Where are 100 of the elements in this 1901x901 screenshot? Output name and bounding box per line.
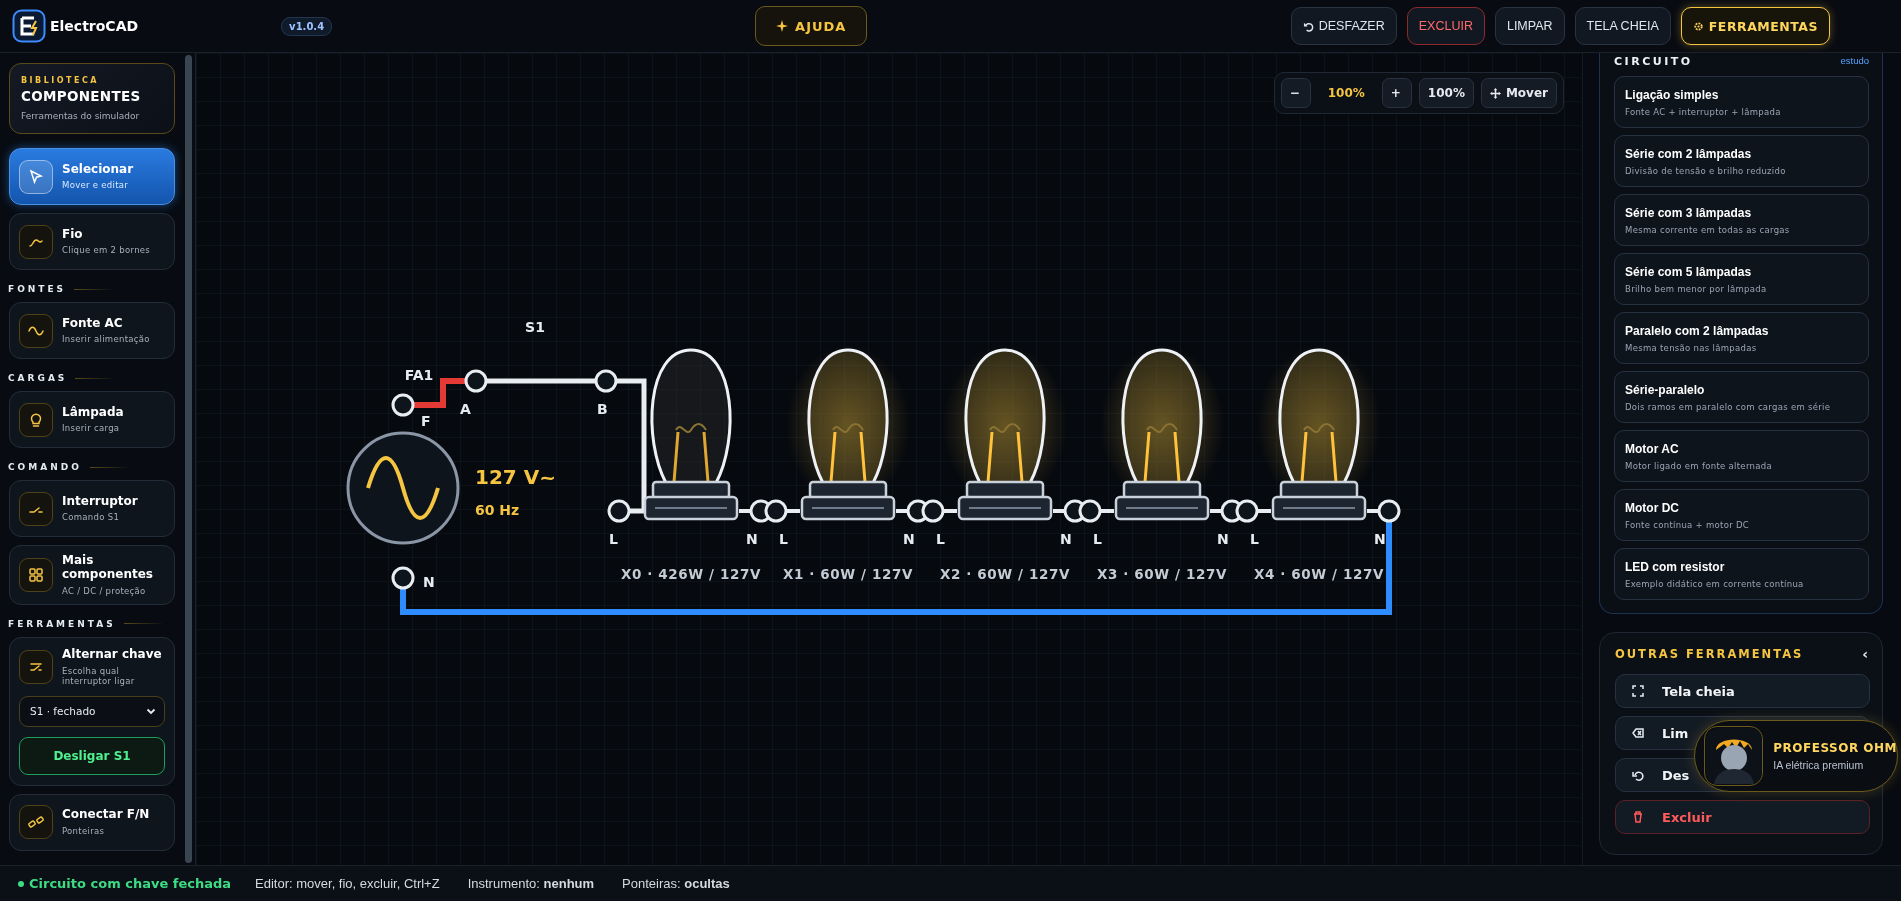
zoom-reset-button[interactable]: 100% xyxy=(1418,78,1474,108)
circuit-description: Brilho bem menor por lâmpada xyxy=(1625,283,1768,294)
circuit-description: Fonte AC + interruptor + lâmpada xyxy=(1625,106,1782,117)
chevron-down-icon xyxy=(146,706,156,717)
zoom-out-button[interactable]: − xyxy=(1280,78,1311,108)
status-text: Instrumento: nenhum xyxy=(467,876,595,891)
circuit-example[interactable]: Paralelo com 2 lâmpadas Mesma tensão nas lâmpadas xyxy=(1614,312,1869,364)
circuit-example[interactable]: Série com 2 lâmpadas Divisão de tensão e brilho reduzido xyxy=(1614,135,1869,187)
tool-item[interactable]: Conectar F/N Ponteiras xyxy=(9,793,175,851)
section-heading: COMANDO xyxy=(8,462,82,472)
toggle-switch-button[interactable]: Desligar S1 xyxy=(19,736,165,775)
tool-subtitle: Clique em 2 bornes xyxy=(62,245,151,256)
collapse-button[interactable]: ‹ xyxy=(1860,646,1870,662)
toggle-icon xyxy=(19,649,53,684)
tool-item[interactable]: Fio Clique em 2 bornes xyxy=(9,213,175,270)
lamp-label: X4 · 60W / 127V xyxy=(1254,566,1384,582)
terminal-label: L xyxy=(1250,531,1259,547)
terminal[interactable] xyxy=(391,393,415,417)
circuit-example[interactable]: Série com 3 lâmpadas Mesma corrente em todas as cargas xyxy=(1614,194,1869,246)
terminal-label: L xyxy=(779,531,788,547)
section-heading: FONTES xyxy=(8,284,67,294)
terminal[interactable] xyxy=(921,499,945,523)
cursor-icon xyxy=(19,159,53,194)
tool-button[interactable]: Excluir xyxy=(1615,800,1870,834)
ac-source-symbol[interactable] xyxy=(346,431,460,545)
tool-button[interactable]: Tela cheia xyxy=(1615,674,1870,708)
tool-item[interactable]: Mais componentes AC / DC / proteção xyxy=(9,545,175,605)
logo-icon xyxy=(12,9,46,43)
circuit-description: Mesma tensão nas lâmpadas xyxy=(1625,342,1758,353)
terminal[interactable] xyxy=(1078,499,1102,523)
tool-subtitle: Ponteiras xyxy=(62,826,106,837)
lamp-label: X1 · 60W / 127V xyxy=(783,566,913,582)
terminal-label: N xyxy=(1217,531,1229,547)
tool-item[interactable]: Selecionar Mover e editar xyxy=(9,148,175,205)
terminal-label: N xyxy=(746,531,758,547)
status-text: Editor: mover, fio, excluir, Ctrl+Z xyxy=(255,876,440,891)
undo-icon xyxy=(1632,769,1644,781)
bulb-icon xyxy=(19,402,53,437)
terminal-label: B xyxy=(597,401,608,417)
circuit-title: Série com 5 lâmpadas xyxy=(1625,264,1753,279)
circuit-example[interactable]: Motor DC Fonte contínua + motor DC xyxy=(1614,489,1869,541)
circuit-status: Circuito com chave fechada xyxy=(29,876,232,891)
tool-title: Fonte AC xyxy=(62,316,124,331)
circuit-example[interactable]: Série-paralelo Dois ramos em paralelo com cargas em série xyxy=(1614,371,1869,423)
toolbar-button[interactable]: LIMPAR xyxy=(1494,7,1565,45)
switch-drawing[interactable] xyxy=(464,369,618,393)
circuit-example[interactable]: LED com resistor Exemplo didático em corrente contínua xyxy=(1614,548,1869,600)
delete-button[interactable]: EXCLUIR xyxy=(1406,7,1485,45)
terminal[interactable] xyxy=(391,566,415,590)
light-bulb[interactable] xyxy=(800,348,896,521)
terminal-label: N xyxy=(903,531,915,547)
tool-title: Lâmpada xyxy=(62,405,124,420)
move-icon xyxy=(1489,87,1501,99)
light-bulb[interactable] xyxy=(1114,348,1210,521)
circuit-title: Série com 2 lâmpadas xyxy=(1625,146,1753,161)
terminal-label: L xyxy=(1093,531,1102,547)
circuit-example[interactable]: Ligação simples Fonte AC + interruptor + lâmpada xyxy=(1614,76,1869,128)
tools-button[interactable]: FERRAMENTAS xyxy=(1680,7,1830,45)
section-heading: FERRAMENTAS xyxy=(8,618,116,629)
scrollbar[interactable] xyxy=(185,55,192,863)
panel-title: OUTRAS FERRAMENTAS xyxy=(1615,647,1804,661)
library-eyebrow: BIBLIOTECA xyxy=(21,76,101,85)
avatar xyxy=(1704,726,1764,786)
light-bulb[interactable] xyxy=(1271,348,1367,521)
tool-subtitle: Comando S1 xyxy=(62,512,121,523)
version-badge: v1.0.4 xyxy=(281,16,333,36)
circuit-description: Motor ligado em fonte alternada xyxy=(1625,460,1773,471)
undo-button[interactable]: DESFAZER xyxy=(1290,7,1397,45)
lamp-label: X2 · 60W / 127V xyxy=(940,566,1070,582)
circuit-title: Motor AC xyxy=(1625,441,1680,456)
circuit-title: Paralelo com 2 lâmpadas xyxy=(1625,323,1770,338)
terminal[interactable] xyxy=(607,499,631,523)
circuit-title: Série com 3 lâmpadas xyxy=(1625,205,1753,220)
terminal[interactable] xyxy=(764,499,788,523)
terminal[interactable] xyxy=(1235,499,1259,523)
circuit-description: Divisão de tensão e brilho reduzido xyxy=(1625,165,1787,176)
tool-subtitle: Escolha qual interruptor ligar xyxy=(62,665,136,686)
zoom-in-button[interactable]: + xyxy=(1381,78,1412,108)
assistant-toast[interactable]: PROFESSOR OHM IA elétrica premium xyxy=(1694,720,1898,792)
section-heading: CARGAS xyxy=(8,373,68,383)
circuit-description: Mesma corrente em todas as cargas xyxy=(1625,224,1791,235)
tool-subtitle: Inserir carga xyxy=(62,423,121,434)
tool-item[interactable]: Interruptor Comando S1 xyxy=(9,480,175,537)
switch-select[interactable]: S1 · fechado xyxy=(19,695,165,727)
light-bulb[interactable] xyxy=(957,348,1053,521)
erase-icon xyxy=(1632,727,1644,739)
circuit-example[interactable]: Série com 5 lâmpadas Brilho bem menor por lâmpada xyxy=(1614,253,1869,305)
library-title: COMPONENTES xyxy=(21,88,142,104)
terminal[interactable] xyxy=(1377,499,1401,523)
study-link[interactable]: estudo xyxy=(1840,55,1869,66)
tool-title: Conectar F/N xyxy=(62,808,150,823)
tool-item[interactable]: Lâmpada Inserir carga xyxy=(9,391,175,448)
move-button[interactable]: Mover xyxy=(1480,78,1557,108)
terminal-label: N xyxy=(1060,531,1072,547)
neutral-wire[interactable] xyxy=(400,521,1392,615)
light-bulb[interactable] xyxy=(643,348,739,521)
circuit-example[interactable]: Motor AC Motor ligado em fonte alternada xyxy=(1614,430,1869,482)
help-button[interactable]: AJUDA xyxy=(755,6,868,46)
toolbar-button[interactable]: TELA CHEIA xyxy=(1574,7,1671,45)
tool-item[interactable]: Fonte AC Inserir alimentação xyxy=(9,302,175,359)
